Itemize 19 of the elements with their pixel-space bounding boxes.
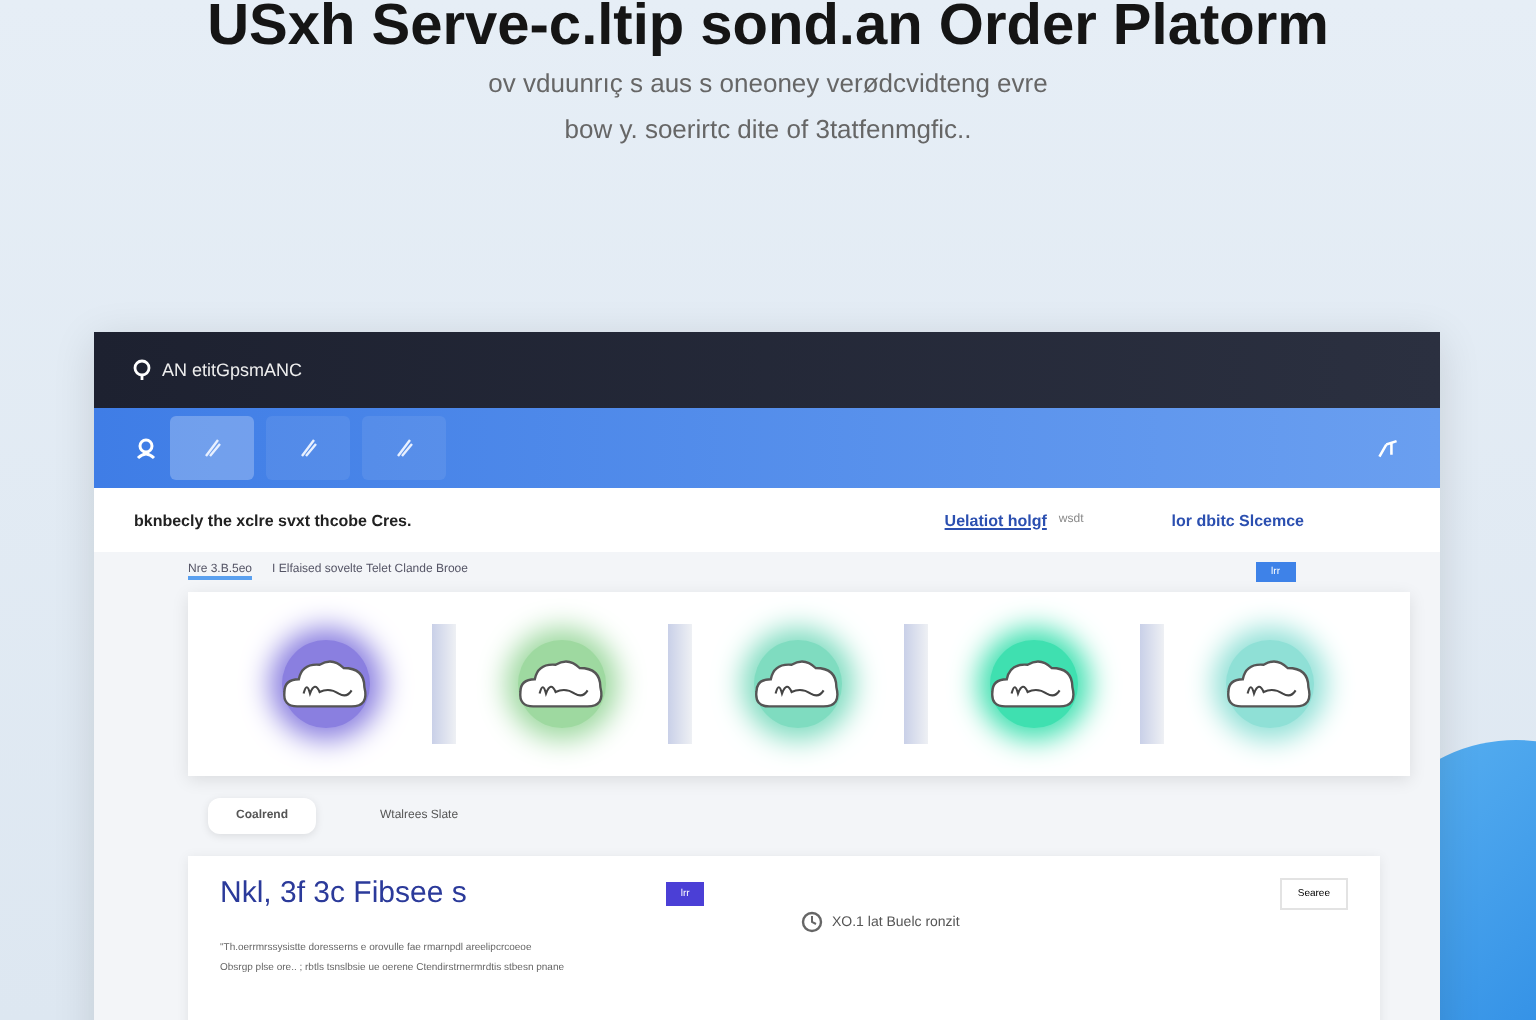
chart-icon[interactable] — [1376, 436, 1400, 460]
pen-icon — [392, 436, 416, 460]
panel-title: Nkl, 3f 3c Fibsee s — [220, 876, 467, 910]
side-title: lor dbitc Slcemce — [1171, 511, 1304, 529]
user-icon[interactable] — [134, 436, 158, 460]
glass-panel — [668, 624, 692, 744]
glass-panel — [432, 624, 456, 744]
clock-icon — [800, 910, 824, 934]
help-link[interactable]: Uelatiot holgf — [944, 511, 1047, 529]
pin-icon — [130, 358, 154, 382]
hero-subtitle: bow y. soerirtc dite of 3tatfenmgfic.. — [562, 114, 974, 144]
brand-name: AN etitGpsmANC — [162, 360, 303, 380]
hero-title: USxh Serve-c.ltip sond.an Order Platorm — [205, 0, 1331, 52]
hero-subtitle: ov vduunrıç s aus s oneoney verødcvidteng evre — [486, 68, 1050, 98]
section-heading: bknbecly the xclre svxt thcobe Cres. — [134, 511, 412, 529]
glass-panel — [1140, 624, 1164, 744]
pen-icon — [200, 436, 224, 460]
glass-panel — [904, 624, 928, 744]
pen-icon — [296, 436, 320, 460]
